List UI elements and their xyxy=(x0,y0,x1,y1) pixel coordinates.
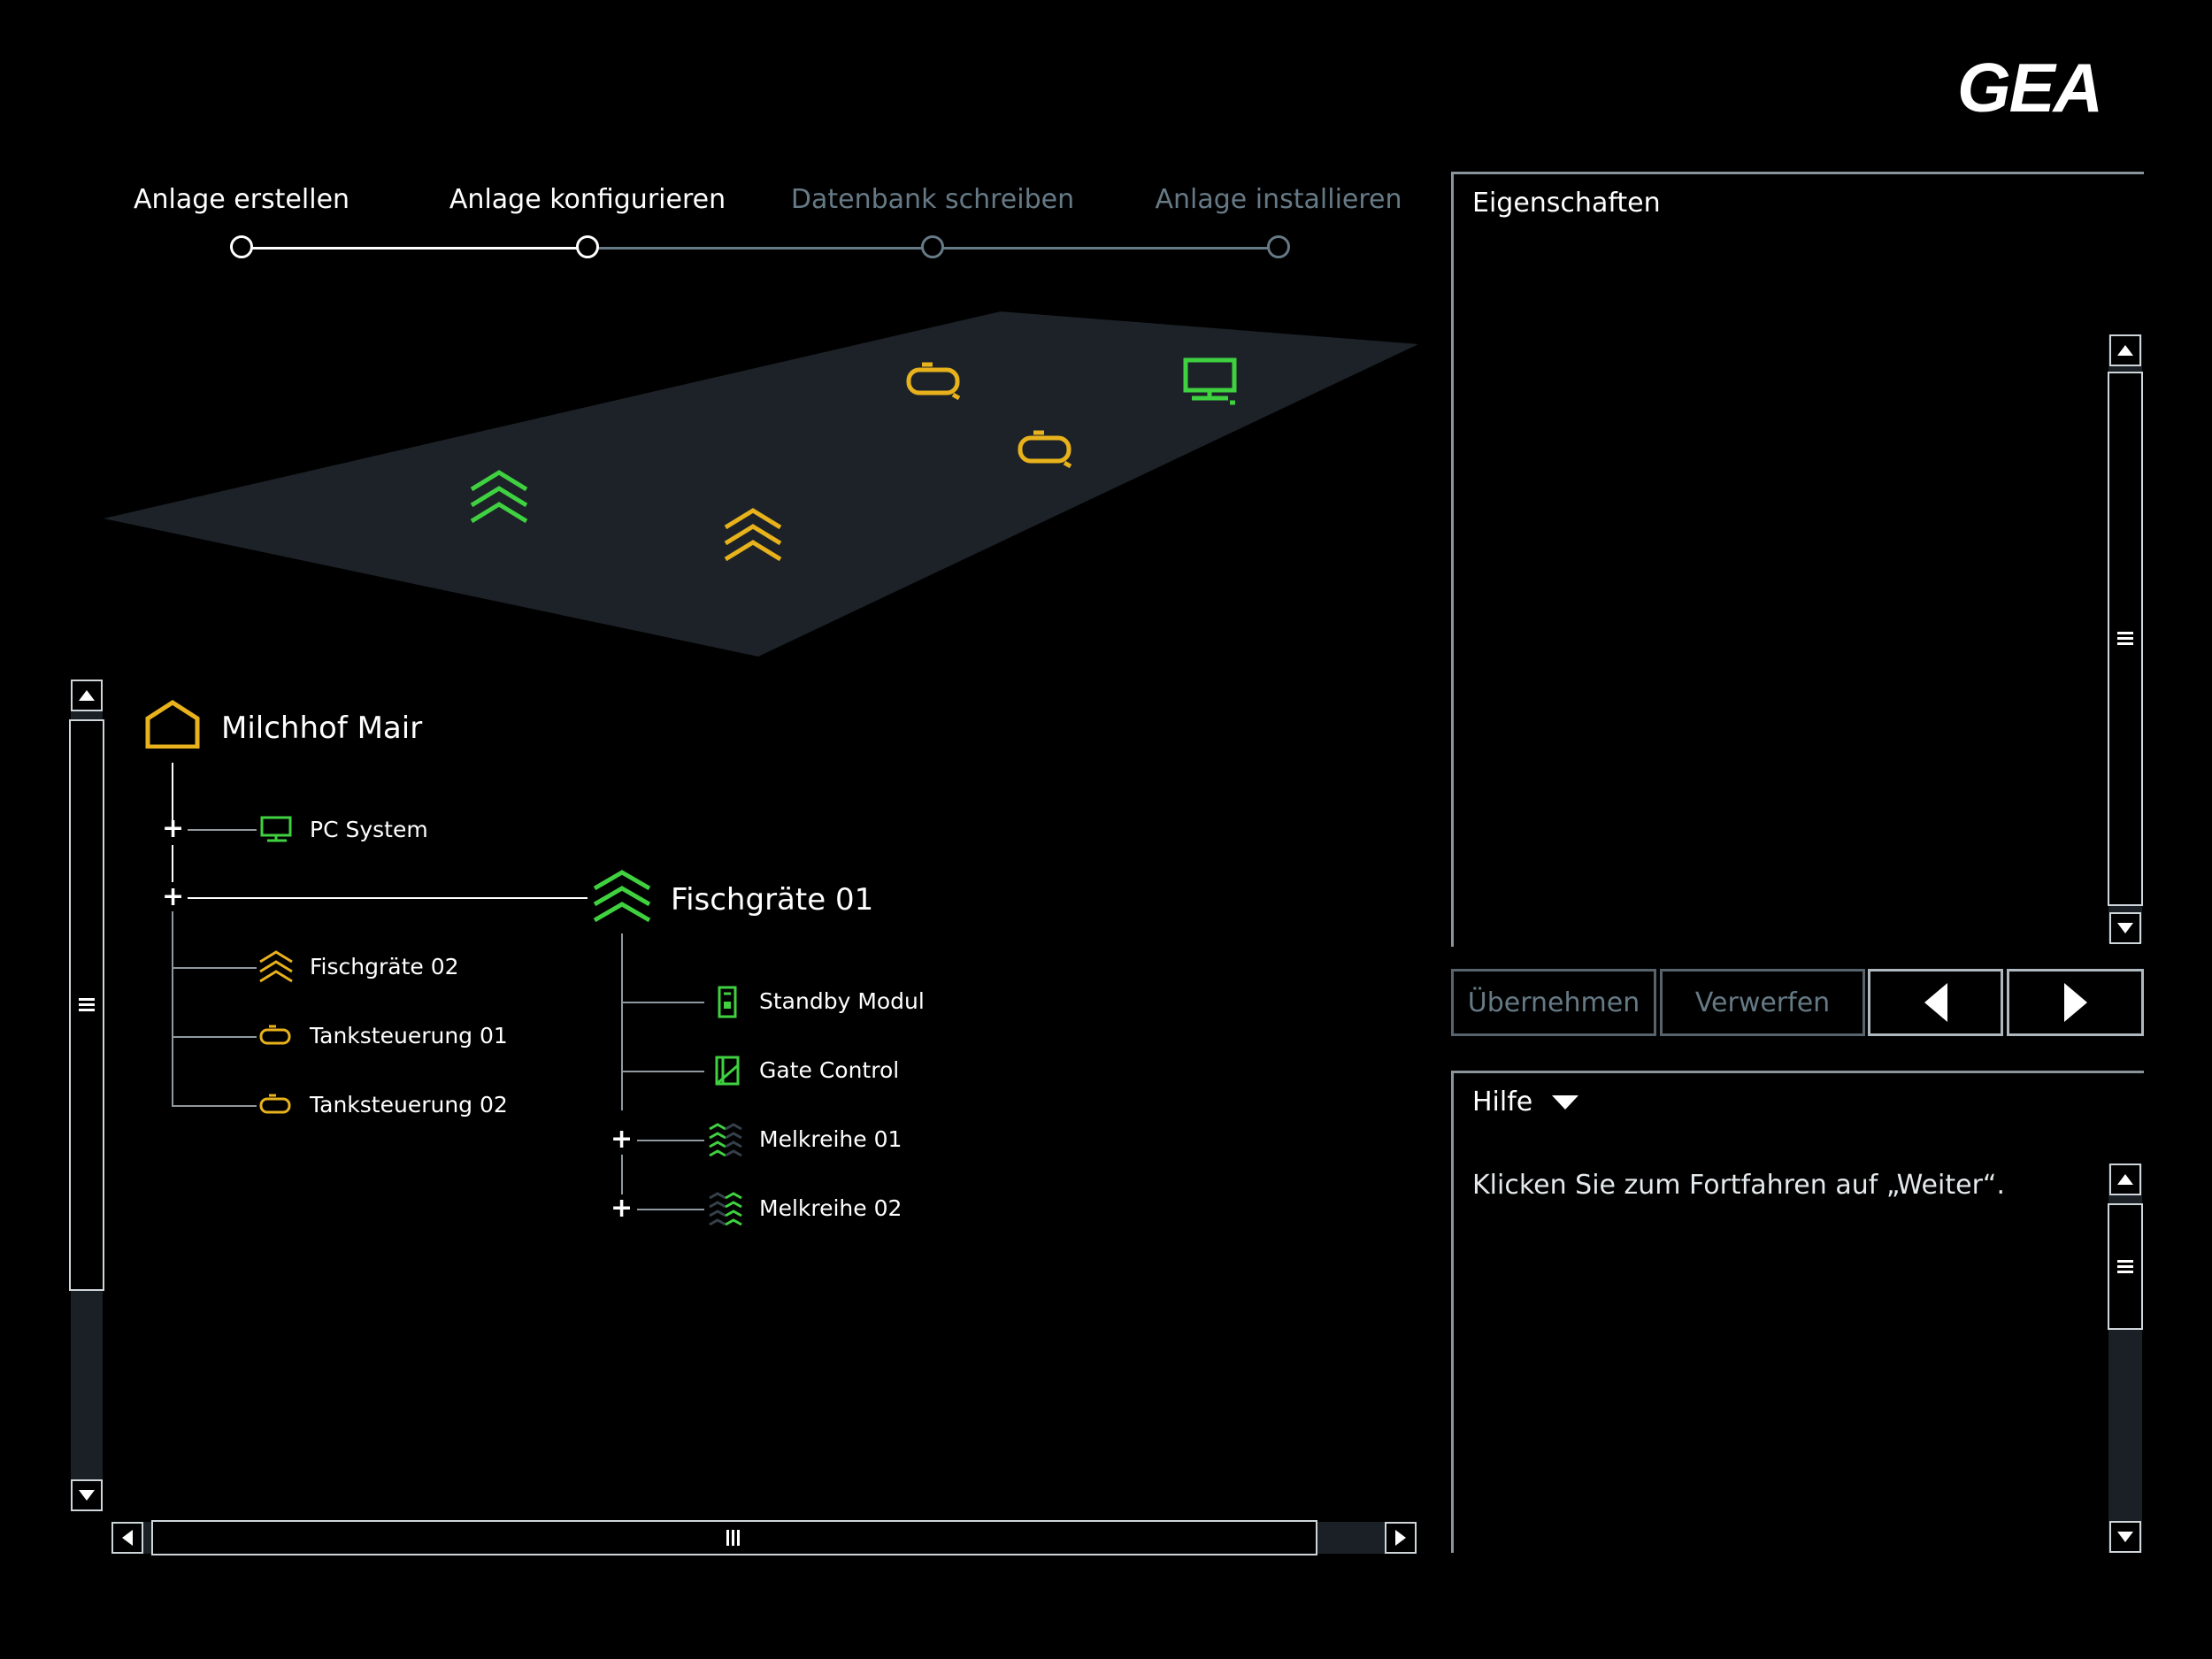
scroll-up-button[interactable] xyxy=(2109,334,2141,366)
scroll-up-button[interactable] xyxy=(2109,1164,2141,1195)
herringbone-parlor-icon xyxy=(593,870,651,923)
tree-connector xyxy=(621,1071,704,1072)
expand-button[interactable]: + xyxy=(162,816,184,842)
expand-button[interactable]: + xyxy=(162,884,184,910)
arrow-up-icon xyxy=(2117,345,2133,356)
discard-button[interactable]: Verwerfen xyxy=(1660,969,1865,1036)
back-button[interactable] xyxy=(1868,969,2003,1036)
scroll-down-button[interactable] xyxy=(2109,912,2141,944)
help-toggle[interactable]: Hilfe xyxy=(1472,1087,1579,1118)
scrollbar-thumb[interactable] xyxy=(2108,1203,2143,1330)
milking-row-icon xyxy=(709,1123,742,1157)
tree-item-fischgraete-02[interactable]: Fischgräte 02 xyxy=(310,954,459,979)
scroll-up-button[interactable] xyxy=(71,680,103,711)
discard-button-label: Verwerfen xyxy=(1694,987,1831,1018)
tree-item-melkreihe-02[interactable]: Melkreihe 02 xyxy=(759,1195,902,1221)
panel-left-border xyxy=(1451,1071,1454,1553)
tank-icon xyxy=(259,1094,291,1114)
tree-connector xyxy=(172,1105,257,1107)
tree-connector xyxy=(188,897,588,899)
scroll-left-button[interactable] xyxy=(111,1522,143,1554)
gea-logo: GEA xyxy=(1957,51,2148,124)
tree-item-melkreihe-01[interactable]: Melkreihe 01 xyxy=(759,1126,902,1152)
expand-button[interactable]: + xyxy=(611,1126,633,1153)
tree-item-standby-modul[interactable]: Standby Modul xyxy=(759,988,925,1014)
panel-top-border xyxy=(1451,1071,2144,1073)
scrollbar-thumb[interactable] xyxy=(69,719,104,1291)
pc-monitor-icon xyxy=(260,816,292,842)
arrow-down-icon xyxy=(2117,923,2133,933)
arrow-down-icon xyxy=(79,1490,95,1501)
scroll-down-button[interactable] xyxy=(2109,1521,2141,1553)
tree-connector xyxy=(172,911,173,1107)
arrow-down-icon xyxy=(2117,1532,2133,1542)
tree-item-fischgraete-01[interactable]: Fischgräte 01 xyxy=(671,882,873,918)
tree-connector xyxy=(172,967,257,969)
arrow-up-icon xyxy=(2117,1174,2133,1185)
chevron-down-icon xyxy=(1552,1094,1579,1110)
scrollbar-thumb[interactable] xyxy=(2108,372,2143,906)
herringbone-parlor-icon xyxy=(259,950,293,983)
tree-connector xyxy=(621,933,623,1110)
tree-connector xyxy=(637,1140,704,1141)
tree-item-tanksteuerung-01[interactable]: Tanksteuerung 01 xyxy=(310,1023,508,1048)
tree-connector xyxy=(637,1209,704,1210)
standby-module-icon xyxy=(718,986,737,1018)
arrow-left-icon xyxy=(1924,983,1947,1022)
tree-connector xyxy=(172,845,173,882)
scrollbar-thumb[interactable] xyxy=(151,1520,1317,1555)
apply-button-label: Übernehmen xyxy=(1467,987,1640,1018)
properties-title: Eigenschaften xyxy=(1472,188,1661,219)
expand-button[interactable]: + xyxy=(611,1195,633,1222)
tree-connector xyxy=(621,1002,704,1003)
tree-item-gate-control[interactable]: Gate Control xyxy=(759,1057,899,1083)
help-text: Klicken Sie zum Fortfahren auf „Weiter“. xyxy=(1472,1170,2005,1201)
scroll-right-button[interactable] xyxy=(1385,1522,1417,1554)
next-button[interactable] xyxy=(2007,969,2144,1036)
grip-icon xyxy=(726,1530,740,1546)
farm-house-icon xyxy=(145,700,200,749)
gate-control-icon xyxy=(715,1056,740,1086)
floor-plan-3d xyxy=(104,311,1418,657)
tree-root-label[interactable]: Milchhof Mair xyxy=(221,710,422,746)
arrow-up-icon xyxy=(79,690,95,701)
tree-connector xyxy=(621,1155,623,1194)
panel-left-border xyxy=(1451,172,1454,947)
floor-plane xyxy=(104,311,1418,657)
grip-icon xyxy=(2117,1259,2133,1273)
tree-item-tanksteuerung-02[interactable]: Tanksteuerung 02 xyxy=(310,1092,508,1118)
arrow-right-icon xyxy=(2063,983,2087,1022)
tree-connector xyxy=(172,1036,257,1038)
arrow-left-icon xyxy=(122,1530,133,1546)
help-title: Hilfe xyxy=(1472,1087,1533,1118)
tree-item-pc-system[interactable]: PC System xyxy=(310,817,428,842)
apply-button[interactable]: Übernehmen xyxy=(1451,969,1656,1036)
grip-icon xyxy=(2117,632,2133,645)
grip-icon xyxy=(79,998,95,1011)
panel-top-border xyxy=(1451,172,2144,174)
tank-icon xyxy=(259,1025,291,1045)
tree-connector xyxy=(188,829,257,831)
arrow-right-icon xyxy=(1395,1530,1406,1546)
logo-text: GEA xyxy=(1957,49,2103,127)
milking-row-icon xyxy=(709,1192,742,1226)
scroll-down-button[interactable] xyxy=(71,1479,103,1511)
